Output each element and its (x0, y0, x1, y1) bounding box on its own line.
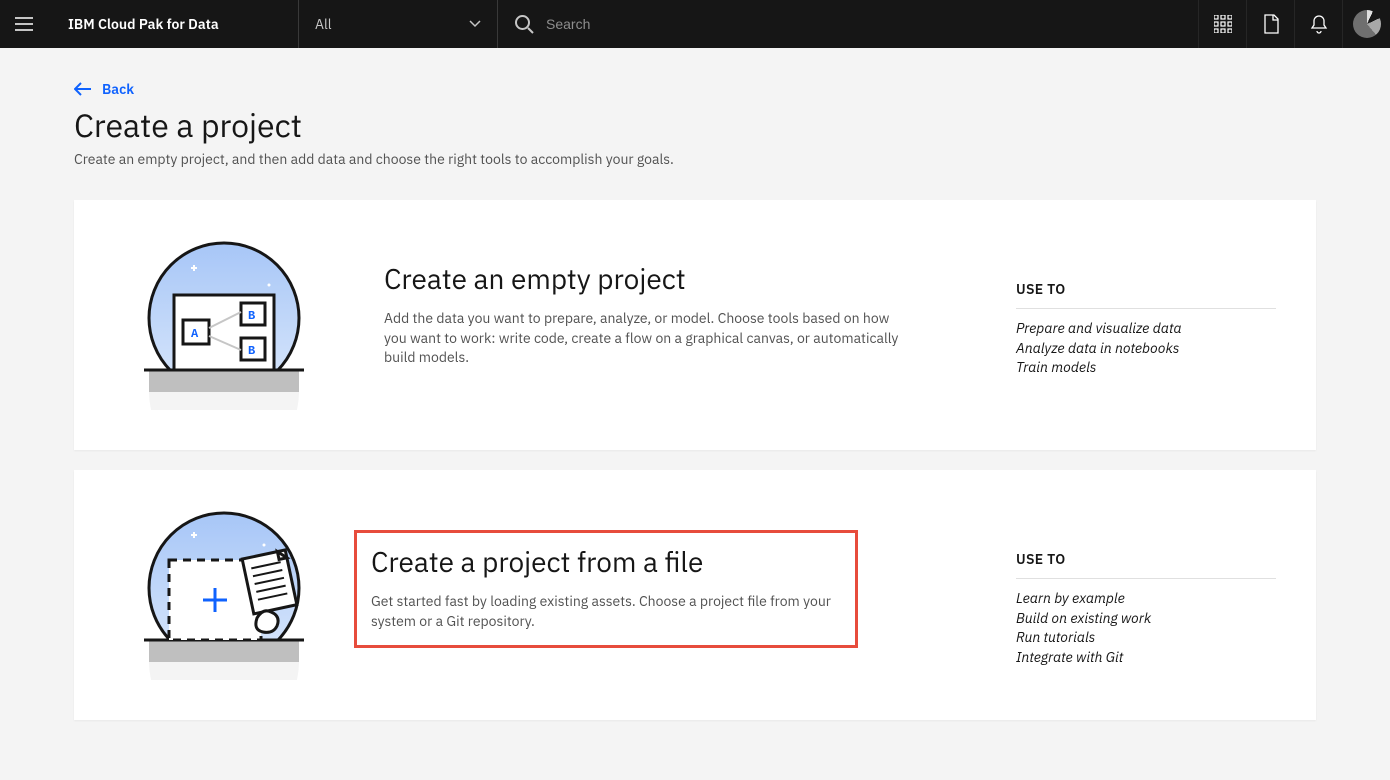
scope-dropdown-label: All (315, 15, 332, 33)
page-subtitle: Create an empty project, and then add da… (74, 150, 1316, 168)
card-description: Get started fast by loading existing ass… (371, 592, 841, 631)
useto-item: Train models (1016, 358, 1276, 378)
search-icon (514, 14, 534, 34)
card-sidebar: USE TO Learn by example Build on existin… (1016, 510, 1276, 667)
useto-item: Analyze data in notebooks (1016, 339, 1276, 359)
search-input[interactable] (546, 16, 846, 32)
card-title: Create a project from a file (371, 543, 841, 580)
useto-item: Prepare and visualize data (1016, 319, 1276, 339)
useto-item: Build on existing work (1016, 609, 1276, 629)
useto-list: Learn by example Build on existing work … (1016, 589, 1276, 667)
empty-project-illustration: B B A (134, 240, 314, 410)
arrow-left-icon (74, 82, 92, 96)
document-icon (1263, 14, 1279, 34)
hamburger-menu-button[interactable] (0, 0, 48, 48)
useto-list: Prepare and visualize data Analyze data … (1016, 319, 1276, 378)
header-actions (1198, 0, 1390, 48)
page-title: Create a project (74, 104, 1316, 146)
hamburger-icon (15, 17, 33, 31)
create-empty-project-card[interactable]: B B A Create an empty project Add the da… (74, 200, 1316, 450)
back-link[interactable]: Back (74, 80, 1316, 98)
brand-title: IBM Cloud Pak for Data (48, 15, 298, 33)
useto-item: Learn by example (1016, 589, 1276, 609)
chevron-down-icon (469, 20, 481, 28)
card-title: Create an empty project (384, 260, 956, 297)
card-body: Create a project from a file Get started… (314, 510, 1016, 648)
main-content: Back Create a project Create an empty pr… (0, 48, 1390, 780)
create-project-from-file-card[interactable]: Create a project from a file Get started… (74, 470, 1316, 720)
document-button[interactable] (1246, 0, 1294, 48)
card-description: Add the data you want to prepare, analyz… (384, 309, 904, 368)
useto-label: USE TO (1016, 550, 1276, 579)
highlight-annotation: Create a project from a file Get started… (354, 530, 858, 648)
useto-item: Integrate with Git (1016, 648, 1276, 668)
app-header: IBM Cloud Pak for Data All (0, 0, 1390, 48)
useto-item: Run tutorials (1016, 628, 1276, 648)
notifications-button[interactable] (1294, 0, 1342, 48)
svg-text:B: B (248, 344, 255, 358)
file-project-illustration (134, 510, 314, 680)
search-container (498, 0, 1198, 48)
svg-text:A: A (191, 327, 199, 341)
svg-text:B: B (248, 309, 255, 323)
useto-label: USE TO (1016, 280, 1276, 309)
app-switcher-icon (1214, 15, 1232, 33)
card-sidebar: USE TO Prepare and visualize data Analyz… (1016, 240, 1276, 378)
avatar-pie-icon (1353, 10, 1381, 38)
apps-button[interactable] (1198, 0, 1246, 48)
card-body: Create an empty project Add the data you… (314, 240, 1016, 368)
bell-icon (1310, 14, 1328, 34)
scope-dropdown[interactable]: All (298, 0, 498, 48)
user-avatar[interactable] (1342, 0, 1390, 48)
back-label: Back (102, 80, 134, 98)
